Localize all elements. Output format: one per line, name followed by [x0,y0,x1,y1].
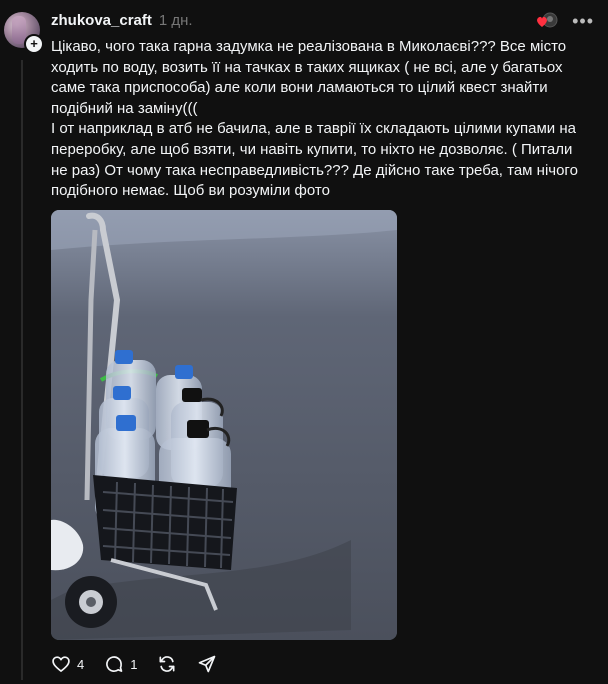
username[interactable]: zhukova_craft [51,12,152,29]
thread-line [21,60,23,680]
timestamp[interactable]: 1 дн. [159,12,193,29]
repost-button[interactable] [157,654,177,674]
post-top-actions: ••• [536,12,594,30]
comment-icon [104,654,124,674]
like-count: 4 [77,656,85,672]
like-button[interactable]: 4 [51,654,84,674]
repost-icon [157,654,177,674]
post-photo[interactable] [51,210,397,640]
share-icon [197,654,217,674]
reply-count: 1 [130,656,138,672]
cart-with-bottles-image [51,210,397,640]
reply-button[interactable]: 1 [104,654,137,674]
avatar-container[interactable]: + [4,12,44,54]
plus-icon[interactable]: + [24,34,44,54]
liked-by-author-icon[interactable] [536,12,558,30]
heart-icon [51,654,71,674]
post-text: Цікаво, чого така гарна задумка не реалі… [51,38,578,200]
more-icon[interactable]: ••• [572,12,594,30]
thread-post: + zhukova_craft 1 дн. ••• Цікаво, чого т… [0,0,608,684]
share-button[interactable] [197,654,217,674]
post-header: zhukova_craft 1 дн. [51,12,193,32]
post-actions: 4 1 [51,654,217,674]
